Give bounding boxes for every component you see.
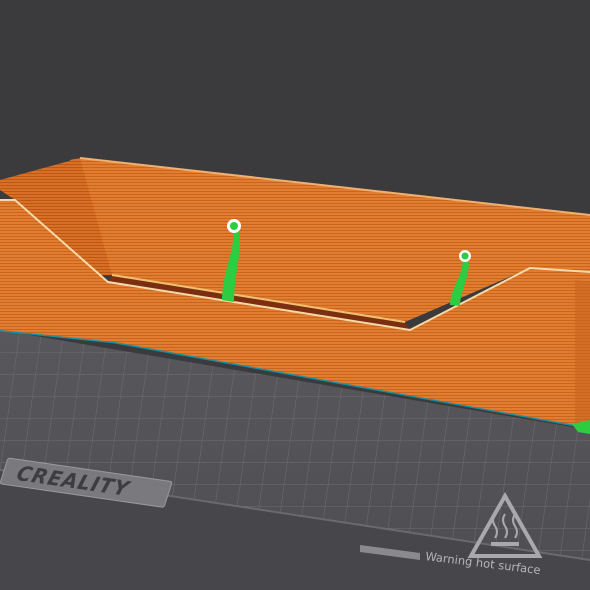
- 3d-scene[interactable]: CREALITY Warning hot surface: [0, 0, 590, 590]
- 3d-preview-viewport[interactable]: CREALITY Warning hot surface: [0, 0, 590, 590]
